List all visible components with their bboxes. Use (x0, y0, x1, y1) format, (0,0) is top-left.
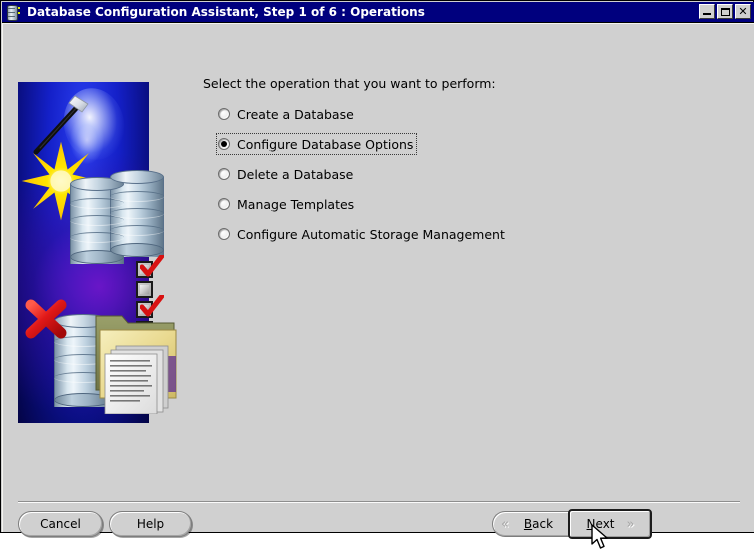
dbca-window: Database Configuration Assistant, Step 1… (0, 0, 754, 549)
title-bar[interactable]: Database Configuration Assistant, Step 1… (2, 2, 754, 23)
back-button[interactable]: « Back (492, 511, 573, 537)
radio-option-configure-automatic-storage-management[interactable]: Configure Automatic Storage Management (218, 225, 505, 243)
next-button[interactable]: Next » (568, 509, 652, 539)
client-area: Select the operation that you want to pe… (2, 23, 754, 549)
cancel-button[interactable]: Cancel (18, 511, 103, 537)
chevron-right-icon: » (626, 516, 635, 532)
radio-indicator[interactable] (218, 168, 230, 180)
next-label: Next (586, 517, 615, 531)
red-check-icon (140, 255, 164, 277)
help-button[interactable]: Help (109, 511, 192, 537)
minimize-button[interactable] (699, 4, 715, 19)
back-label: Back (523, 517, 554, 531)
close-button[interactable]: ✕ (735, 4, 751, 19)
maximize-button[interactable] (717, 4, 733, 19)
radio-indicator[interactable] (218, 108, 230, 120)
radio-option-manage-templates[interactable]: Manage Templates (218, 195, 354, 213)
radio-label: Configure Automatic Storage Management (237, 226, 505, 242)
window-controls: ✕ (699, 4, 751, 19)
radio-label: Manage Templates (237, 196, 355, 212)
radio-indicator[interactable] (218, 138, 230, 150)
red-check-icon (140, 295, 164, 317)
radio-indicator[interactable] (218, 228, 230, 240)
folder-documents-icon (95, 315, 177, 414)
radio-label: Configure Database Options (237, 136, 414, 152)
radio-option-create-a-database[interactable]: Create a Database (218, 105, 354, 123)
database-wizard-icon (5, 4, 23, 21)
splash-graphic (18, 82, 177, 423)
window-title: Database Configuration Assistant, Step 1… (27, 5, 425, 19)
page-title: Select the operation that you want to pe… (203, 76, 496, 91)
red-x-icon (25, 299, 67, 339)
radio-label: Delete a Database (237, 166, 354, 182)
navigation-buttons: « Back Next » (492, 509, 652, 539)
radio-option-delete-a-database[interactable]: Delete a Database (218, 165, 353, 183)
radio-label: Create a Database (237, 106, 354, 122)
footer-divider (18, 501, 740, 503)
radio-indicator[interactable] (218, 198, 230, 210)
radio-option-configure-database-options[interactable]: Configure Database Options (215, 133, 418, 155)
chevron-left-icon: « (501, 516, 509, 532)
